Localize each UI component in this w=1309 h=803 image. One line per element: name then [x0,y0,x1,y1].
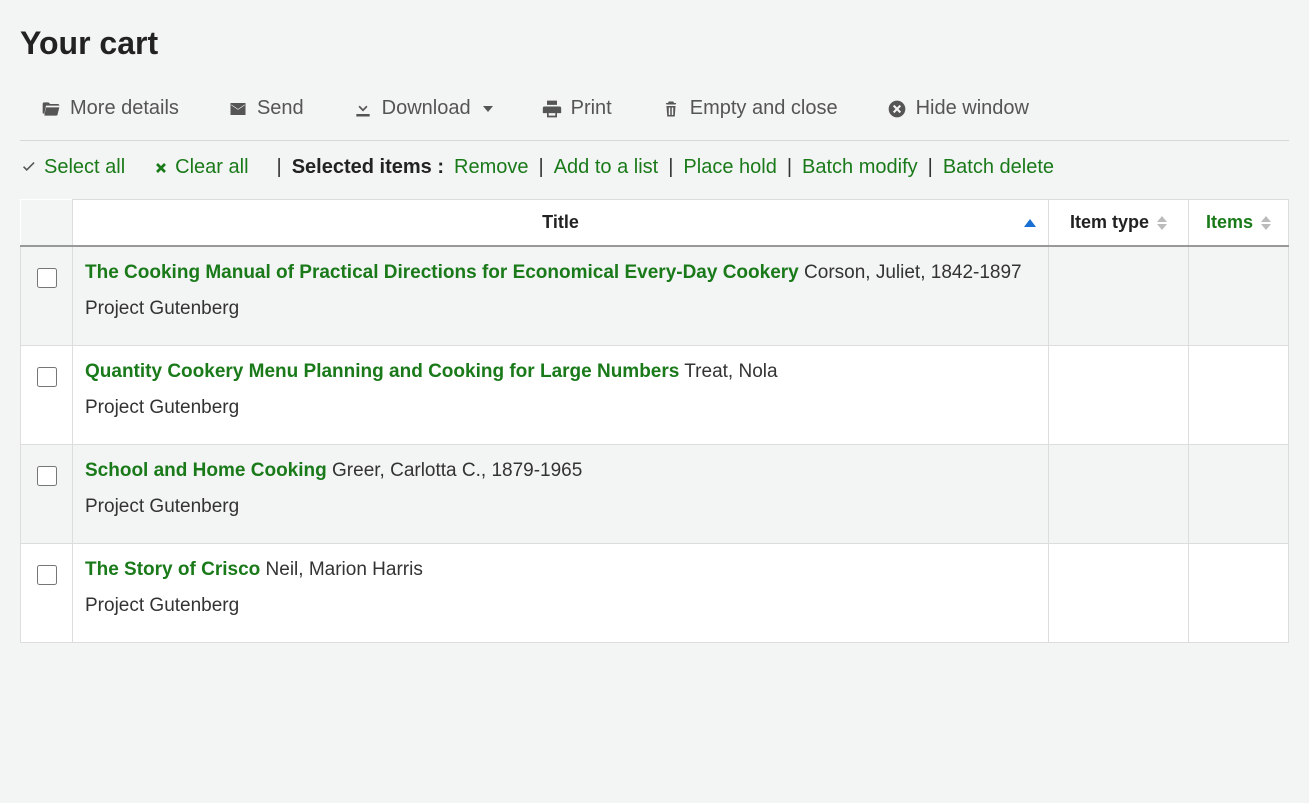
item-author: Treat, Nola [684,361,777,382]
clear-all-label: Clear all [175,156,248,179]
hide-window-button[interactable]: Hide window [886,97,1029,120]
item-publisher: Project Gutenberg [85,298,1036,320]
row-items [1189,544,1289,643]
row-checkbox[interactable] [37,268,57,288]
column-items[interactable]: Items [1189,200,1289,247]
column-checkbox [21,200,73,247]
send-button[interactable]: Send [227,97,304,120]
item-publisher: Project Gutenberg [85,595,1036,617]
separator: | [668,156,673,179]
x-icon [153,160,169,176]
download-button[interactable]: Download [352,97,493,120]
place-hold-link[interactable]: Place hold [683,156,776,179]
item-publisher: Project Gutenberg [85,397,1036,419]
table-row: School and Home Cooking Greer, Carlotta … [21,445,1289,544]
row-checkbox-cell [21,346,73,445]
row-checkbox-cell [21,544,73,643]
column-title-label: Title [542,212,579,233]
column-items-label: Items [1206,212,1253,233]
item-title-link[interactable]: The Story of Crisco [85,559,260,580]
action-bar: Select all Clear all | Selected items : … [20,156,1289,179]
separator: | [539,156,544,179]
check-icon [20,159,38,177]
print-button[interactable]: Print [541,97,612,120]
send-label: Send [257,97,304,120]
row-title-cell: The Story of Crisco Neil, Marion Harris … [73,544,1049,643]
row-checkbox-cell [21,445,73,544]
row-items [1189,346,1289,445]
row-checkbox[interactable] [37,565,57,585]
item-author: Greer, Carlotta C., 1879-1965 [332,460,582,481]
item-author: Neil, Marion Harris [266,559,423,580]
sort-icon [1157,216,1167,230]
row-checkbox[interactable] [37,367,57,387]
clear-all-link[interactable]: Clear all [153,156,248,179]
more-details-button[interactable]: More details [40,97,179,120]
row-items [1189,246,1289,346]
separator: | [277,156,282,179]
column-title[interactable]: Title [73,200,1049,247]
envelope-icon [227,98,249,120]
caret-down-icon [483,106,493,112]
row-checkbox-cell [21,246,73,346]
select-all-link[interactable]: Select all [20,156,125,179]
row-item-type [1049,346,1189,445]
item-title-link[interactable]: Quantity Cookery Menu Planning and Cooki… [85,361,679,382]
trash-icon [660,98,682,120]
table-row: The Cooking Manual of Practical Directio… [21,246,1289,346]
row-item-type [1049,445,1189,544]
print-label: Print [571,97,612,120]
remove-link[interactable]: Remove [454,156,528,179]
separator: | [928,156,933,179]
page-title: Your cart [20,25,1289,62]
item-publisher: Project Gutenberg [85,496,1036,518]
more-details-label: More details [70,97,179,120]
row-item-type [1049,544,1189,643]
column-item-type-label: Item type [1070,212,1149,233]
separator: | [787,156,792,179]
row-item-type [1049,246,1189,346]
batch-modify-link[interactable]: Batch modify [802,156,918,179]
download-label: Download [382,97,471,120]
row-title-cell: School and Home Cooking Greer, Carlotta … [73,445,1049,544]
item-title-link[interactable]: The Cooking Manual of Practical Directio… [85,262,799,283]
item-title-link[interactable]: School and Home Cooking [85,460,327,481]
row-title-cell: The Cooking Manual of Practical Directio… [73,246,1049,346]
sort-icon [1261,216,1271,230]
select-all-label: Select all [44,156,125,179]
close-circle-icon [886,98,908,120]
row-items [1189,445,1289,544]
item-author: Corson, Juliet, 1842-1897 [804,262,1022,283]
empty-close-button[interactable]: Empty and close [660,97,838,120]
batch-delete-link[interactable]: Batch delete [943,156,1054,179]
selected-items-label: Selected items : [292,156,444,179]
download-icon [352,98,374,120]
row-title-cell: Quantity Cookery Menu Planning and Cooki… [73,346,1049,445]
print-icon [541,98,563,120]
cart-table: Title Item type Items The Cook [20,199,1289,643]
add-to-list-link[interactable]: Add to a list [554,156,659,179]
table-row: Quantity Cookery Menu Planning and Cooki… [21,346,1289,445]
folder-open-icon [40,98,62,120]
row-checkbox[interactable] [37,466,57,486]
empty-close-label: Empty and close [690,97,838,120]
toolbar: More details Send Download Print Empty a… [20,87,1289,141]
hide-window-label: Hide window [916,97,1029,120]
sort-asc-icon [1024,219,1036,227]
column-item-type[interactable]: Item type [1049,200,1189,247]
table-row: The Story of Crisco Neil, Marion Harris … [21,544,1289,643]
